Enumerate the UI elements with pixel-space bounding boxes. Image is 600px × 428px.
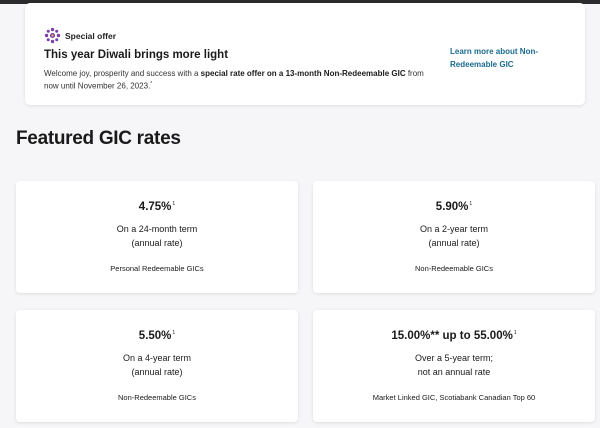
offer-headline: This year Diwali brings more light — [44, 49, 229, 61]
product-name: Non-Redeemable GICs — [415, 264, 493, 273]
term-line-1: On a 24-month term — [116, 224, 198, 234]
gic-rate-card[interactable]: 4.75%1 On a 24-month term (annual rate) … — [16, 181, 298, 293]
term-line-1: Over a 5-year term; — [414, 353, 494, 363]
learn-more-link[interactable]: Learn more about Non-Redeemable GIC — [450, 45, 560, 71]
gic-rate-card[interactable]: 15.00%** up to 55.00%1 Over a 5-year ter… — [313, 310, 595, 422]
term-line-2: (annual rate) — [131, 367, 183, 377]
term-text: On a 4-year term (annual rate) — [16, 351, 298, 379]
rate-footnote: 1 — [172, 330, 176, 336]
offer-description: Welcome joy, prosperity and success with… — [44, 68, 434, 92]
diwali-lamp-icon — [44, 27, 61, 44]
rate-value: 5.50%1 — [138, 330, 176, 342]
offer-desc-pre: Welcome joy, prosperity and success with… — [44, 69, 201, 78]
rate-footnote: 1 — [469, 201, 473, 207]
term-text: Over a 5-year term; not an annual rate — [313, 351, 595, 379]
term-line-2: not an annual rate — [417, 367, 491, 377]
special-offer-banner: Special offer This year Diwali brings mo… — [25, 3, 585, 105]
offer-footnote-mark: * — [150, 81, 153, 87]
section-title: Featured GIC rates — [16, 128, 181, 149]
gic-rate-card[interactable]: 5.90%1 On a 2-year term (annual rate) No… — [313, 181, 595, 293]
product-name: Non-Redeemable GICs — [118, 393, 196, 402]
term-text: On a 2-year term (annual rate) — [313, 222, 595, 250]
gic-rate-card[interactable]: 5.50%1 On a 4-year term (annual rate) No… — [16, 310, 298, 422]
special-offer-badge: Special offer — [44, 27, 116, 44]
term-text: On a 24-month term (annual rate) — [16, 222, 298, 250]
term-line-1: On a 4-year term — [122, 353, 192, 363]
rate-value: 4.75%1 — [138, 201, 176, 213]
term-line-2: (annual rate) — [428, 238, 480, 248]
term-line-2: (annual rate) — [131, 238, 183, 248]
special-offer-label: Special offer — [65, 30, 117, 41]
rate-value: 5.90%1 — [435, 201, 473, 213]
product-name: Personal Redeemable GICs — [110, 264, 204, 273]
rate-value: 15.00%** up to 55.00%1 — [391, 330, 517, 342]
term-line-1: On a 2-year term — [419, 224, 489, 234]
offer-desc-bold: special rate offer on a 13-month Non-Red… — [200, 69, 406, 78]
product-name: Market Linked GIC, Scotiabank Canadian T… — [372, 393, 536, 402]
rate-footnote: 1 — [513, 330, 517, 336]
rate-footnote: 1 — [172, 201, 176, 207]
